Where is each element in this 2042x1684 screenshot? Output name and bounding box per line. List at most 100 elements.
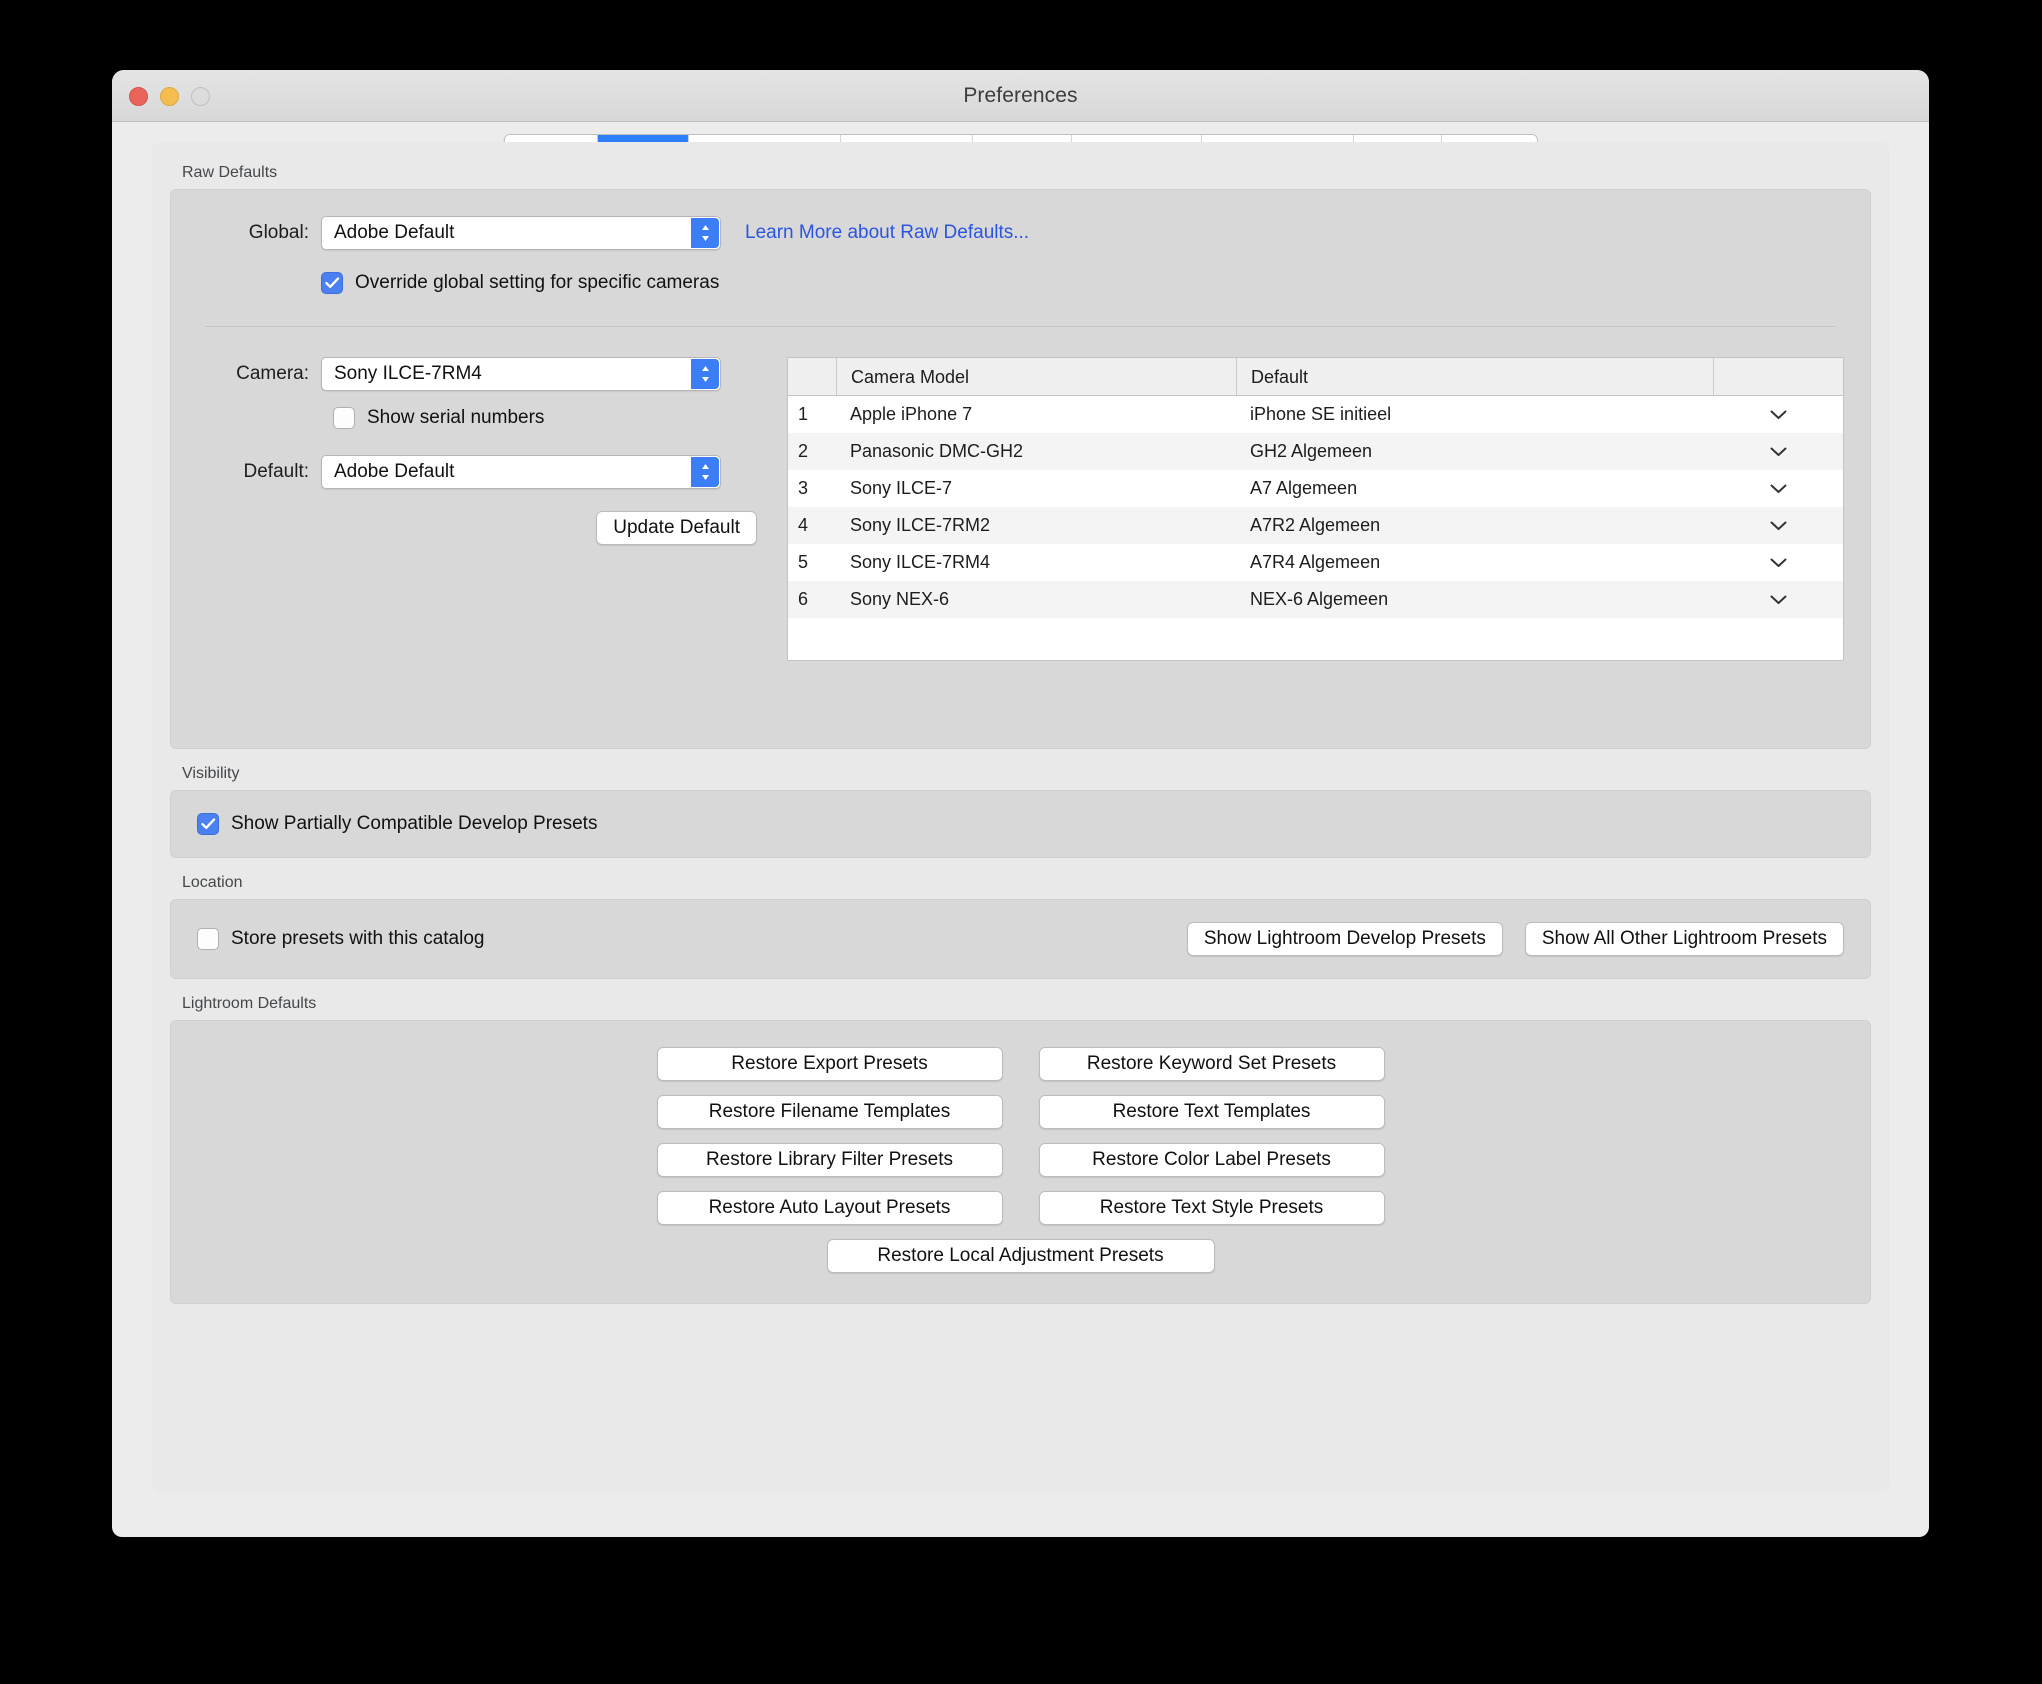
table-cell-model: Sony ILCE-7RM2 (850, 515, 991, 535)
restore-text-templates-button[interactable]: Restore Text Templates (1038, 1095, 1385, 1129)
popup-arrows-icon (691, 218, 719, 248)
serial-checkbox-row: Show serial numbers (321, 407, 767, 429)
global-label: Global: (248, 222, 309, 243)
update-default-row: Update Default (197, 511, 767, 545)
camera-section: Camera: Sony ILCE-7RM4 Show serial numbe… (197, 357, 1844, 661)
table-cell-model: Sony ILCE-7 (850, 478, 953, 498)
global-row: Global: Adobe Default Learn More about R… (197, 216, 1844, 250)
table-cell-number: 5 (798, 552, 809, 572)
table-row[interactable]: 4 Sony ILCE-7RM2 A7R2 Algemeen (788, 507, 1843, 544)
row-chevron-down-icon[interactable] (1713, 558, 1843, 568)
checkmark-icon (324, 277, 339, 288)
location-group-title: Location (182, 874, 243, 891)
restore-filename-templates-button[interactable]: Restore Filename Templates (656, 1095, 1003, 1129)
checkmark-icon (200, 818, 215, 829)
table-empty-space (788, 618, 1843, 660)
table-header-number (788, 358, 836, 395)
restore-buttons-row: Restore Filename Templates Restore Text … (656, 1095, 1385, 1129)
table-cell-number: 1 (798, 404, 809, 424)
location-buttons: Show Lightroom Develop Presets Show All … (1186, 922, 1844, 956)
show-partially-compatible-label: Show Partially Compatible Develop Preset… (231, 813, 598, 834)
default-popup-value: Adobe Default (334, 461, 455, 482)
default-row: Default: Adobe Default (197, 455, 767, 489)
table-cell-default: NEX-6 Algemeen (1250, 589, 1389, 609)
store-presets-with-catalog-label: Store presets with this catalog (231, 928, 485, 949)
global-popup-button[interactable]: Adobe Default (321, 216, 721, 250)
camera-row: Camera: Sony ILCE-7RM4 (197, 357, 767, 391)
show-serial-numbers-checkbox[interactable] (333, 407, 355, 429)
update-default-button[interactable]: Update Default (596, 511, 757, 545)
default-label: Default: (243, 461, 309, 482)
camera-label: Camera: (236, 363, 309, 384)
table-row[interactable]: 2 Panasonic DMC-GH2 GH2 Algemeen (788, 433, 1843, 470)
table-row[interactable]: 6 Sony NEX-6 NEX-6 Algemeen (788, 581, 1843, 618)
row-chevron-down-icon[interactable] (1713, 447, 1843, 457)
table-header-default[interactable]: Default (1236, 358, 1713, 395)
default-popup-button[interactable]: Adobe Default (321, 455, 721, 489)
override-checkbox-row: Override global setting for specific cam… (309, 272, 1844, 294)
restore-library-filter-presets-button[interactable]: Restore Library Filter Presets (656, 1143, 1003, 1177)
learn-more-link[interactable]: Learn More about Raw Defaults... (745, 222, 1029, 244)
table-cell-default: A7R4 Algemeen (1250, 552, 1381, 572)
restore-buttons-row: Restore Library Filter Presets Restore C… (656, 1143, 1385, 1177)
table-row[interactable]: 3 Sony ILCE-7 A7 Algemeen (788, 470, 1843, 507)
lightroom-defaults-group: Lightroom Defaults Restore Export Preset… (170, 995, 1871, 1304)
restore-buttons-grid: Restore Export Presets Restore Keyword S… (197, 1047, 1844, 1273)
location-group: Location Store presets with this catalog… (170, 874, 1871, 979)
table-cell-model: Sony NEX-6 (850, 589, 950, 609)
restore-buttons-row: Restore Export Presets Restore Keyword S… (656, 1047, 1385, 1081)
table-header-row: Camera Model Default (788, 358, 1843, 396)
camera-defaults-table: Camera Model Default 1 Apple iPhone 7 iP… (787, 357, 1844, 661)
show-all-other-lightroom-presets-button[interactable]: Show All Other Lightroom Presets (1524, 922, 1844, 956)
popup-arrows-icon (691, 457, 719, 487)
table-header-camera-model[interactable]: Camera Model (836, 358, 1236, 395)
show-partially-compatible-checkbox[interactable] (197, 813, 219, 835)
visibility-group: Visibility Show Partially Compatible Dev… (170, 765, 1871, 858)
visibility-checkbox-row: Show Partially Compatible Develop Preset… (197, 813, 1844, 835)
table-cell-model: Sony ILCE-7RM4 (850, 552, 991, 572)
preferences-window: Preferences General Presets External Edi… (112, 70, 1929, 1537)
table-cell-number: 6 (798, 589, 809, 609)
table-cell-default: A7 Algemeen (1250, 478, 1358, 498)
restore-export-presets-button[interactable]: Restore Export Presets (656, 1047, 1003, 1081)
table-row[interactable]: 5 Sony ILCE-7RM4 A7R4 Algemeen (788, 544, 1843, 581)
visibility-box: Show Partially Compatible Develop Preset… (170, 790, 1871, 858)
camera-table-column: Camera Model Default 1 Apple iPhone 7 iP… (767, 357, 1844, 661)
lightroom-defaults-box: Restore Export Presets Restore Keyword S… (170, 1020, 1871, 1304)
show-lightroom-develop-presets-button[interactable]: Show Lightroom Develop Presets (1186, 922, 1503, 956)
row-chevron-down-icon[interactable] (1713, 410, 1843, 420)
table-cell-model: Panasonic DMC-GH2 (850, 441, 1024, 461)
raw-defaults-group: Raw Defaults Global: Adobe Default Learn… (170, 164, 1871, 749)
restore-keyword-set-presets-button[interactable]: Restore Keyword Set Presets (1038, 1047, 1385, 1081)
row-chevron-down-icon[interactable] (1713, 595, 1843, 605)
restore-text-style-presets-button[interactable]: Restore Text Style Presets (1038, 1191, 1385, 1225)
table-cell-model: Apple iPhone 7 (850, 404, 973, 424)
raw-defaults-divider (205, 326, 1836, 327)
restore-local-adjustment-presets-button[interactable]: Restore Local Adjustment Presets (826, 1239, 1215, 1273)
table-cell-number: 4 (798, 515, 809, 535)
store-presets-with-catalog-checkbox[interactable] (197, 928, 219, 950)
override-global-checkbox[interactable] (321, 272, 343, 294)
table-cell-number: 3 (798, 478, 809, 498)
show-serial-numbers-label: Show serial numbers (367, 407, 545, 428)
restore-buttons-row: Restore Local Adjustment Presets (826, 1239, 1215, 1273)
table-cell-default: iPhone SE initieel (1250, 404, 1392, 424)
preferences-content: Raw Defaults Global: Adobe Default Learn… (152, 142, 1889, 1492)
table-cell-default: A7R2 Algemeen (1250, 515, 1381, 535)
row-chevron-down-icon[interactable] (1713, 484, 1843, 494)
lightroom-defaults-group-title: Lightroom Defaults (182, 995, 317, 1012)
table-cell-number: 2 (798, 441, 809, 461)
raw-defaults-group-title: Raw Defaults (182, 164, 278, 181)
camera-popup-value: Sony ILCE-7RM4 (334, 363, 482, 384)
camera-popup-button[interactable]: Sony ILCE-7RM4 (321, 357, 721, 391)
visibility-group-title: Visibility (182, 765, 240, 782)
table-cell-default: GH2 Algemeen (1250, 441, 1373, 461)
restore-auto-layout-presets-button[interactable]: Restore Auto Layout Presets (656, 1191, 1003, 1225)
restore-color-label-presets-button[interactable]: Restore Color Label Presets (1038, 1143, 1385, 1177)
location-box: Store presets with this catalog Show Lig… (170, 899, 1871, 979)
table-row[interactable]: 1 Apple iPhone 7 iPhone SE initieel (788, 396, 1843, 433)
global-popup-value: Adobe Default (334, 222, 455, 243)
row-chevron-down-icon[interactable] (1713, 521, 1843, 531)
window-title: Preferences (963, 84, 1078, 107)
camera-controls-column: Camera: Sony ILCE-7RM4 Show serial numbe… (197, 357, 767, 661)
